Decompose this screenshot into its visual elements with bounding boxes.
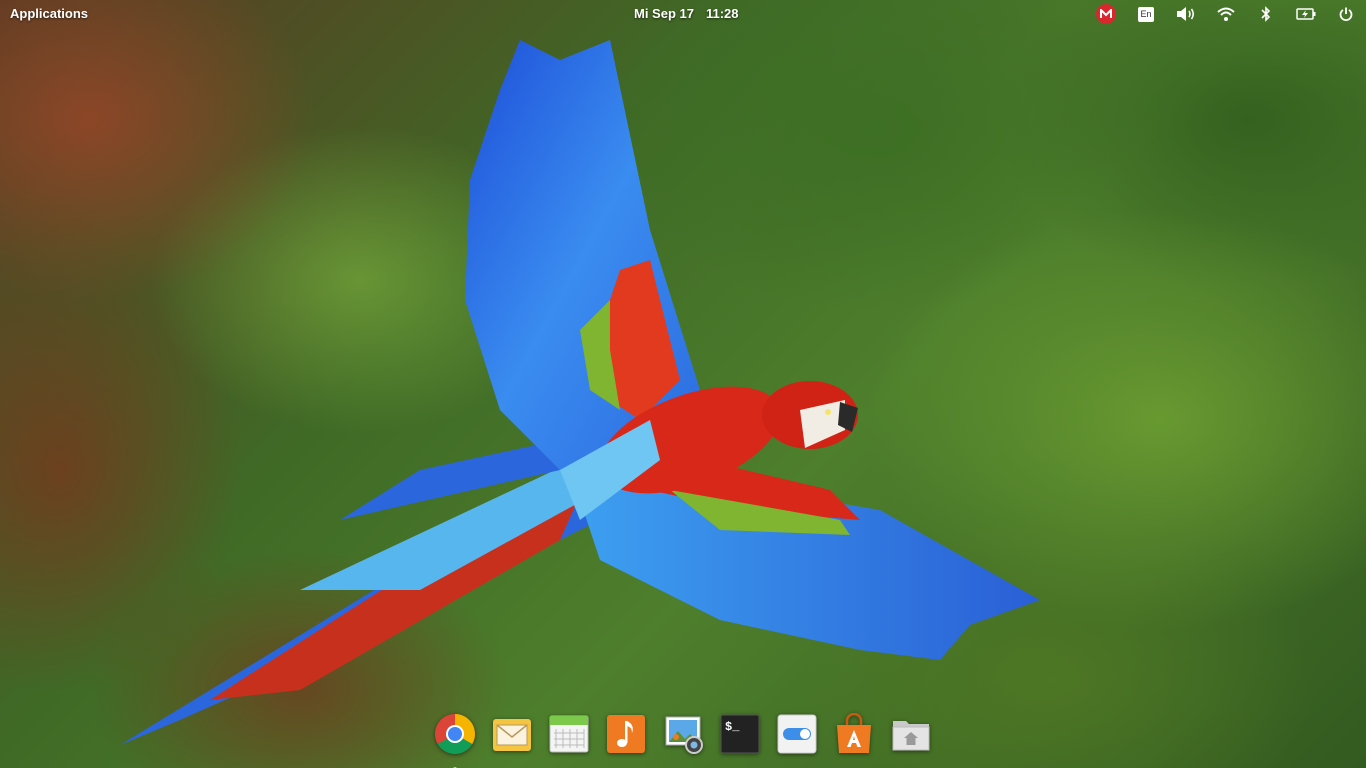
date-time-indicator[interactable]: Mi Sep 17 11:28 [634, 6, 739, 21]
power-icon [1339, 7, 1353, 21]
bluetooth-indicator[interactable] [1246, 0, 1286, 28]
settings-toggle-icon [777, 714, 817, 754]
mega-indicator[interactable] [1086, 0, 1126, 28]
dock-item-system-settings[interactable] [776, 713, 818, 755]
chrome-icon [435, 714, 475, 754]
dock-item-music[interactable] [605, 713, 647, 755]
music-icon [607, 715, 645, 753]
svg-text:$_: $_ [725, 720, 740, 734]
dock-item-files[interactable] [890, 713, 932, 755]
top-panel: Applications Mi Sep 17 11:28 En [0, 0, 1366, 28]
files-icon [892, 721, 930, 751]
keyboard-layout-indicator[interactable]: En [1126, 0, 1166, 28]
bluetooth-icon [1261, 6, 1271, 22]
applications-menu[interactable]: Applications [10, 6, 88, 21]
app-center-icon [837, 713, 871, 753]
indicator-area: En [1086, 0, 1366, 28]
date-label: Mi Sep 17 [634, 6, 694, 21]
wifi-icon [1217, 7, 1235, 21]
dock-item-app-center[interactable] [833, 713, 875, 755]
dock-item-mail[interactable] [491, 713, 533, 755]
session-indicator[interactable] [1326, 0, 1366, 28]
calendar-icon [549, 715, 589, 753]
battery-icon [1296, 8, 1316, 20]
dock-item-terminal[interactable]: $_ [719, 713, 761, 755]
dock-item-chrome[interactable] [434, 713, 476, 768]
photos-icon [665, 716, 703, 754]
mega-icon [1096, 4, 1116, 24]
dock-item-photos[interactable] [662, 713, 704, 755]
battery-indicator[interactable] [1286, 0, 1326, 28]
desktop-wallpaper [0, 0, 1366, 768]
keyboard-layout-icon: En [1138, 6, 1154, 22]
macaw-wallpaper-image [120, 40, 1040, 745]
time-label: 11:28 [705, 6, 739, 21]
terminal-icon: $_ [720, 714, 760, 754]
mail-icon [493, 719, 531, 751]
dock: $_ [425, 708, 941, 768]
dock-item-calendar[interactable] [548, 713, 590, 755]
network-indicator[interactable] [1206, 0, 1246, 28]
volume-indicator[interactable] [1166, 0, 1206, 28]
volume-icon [1177, 7, 1195, 21]
